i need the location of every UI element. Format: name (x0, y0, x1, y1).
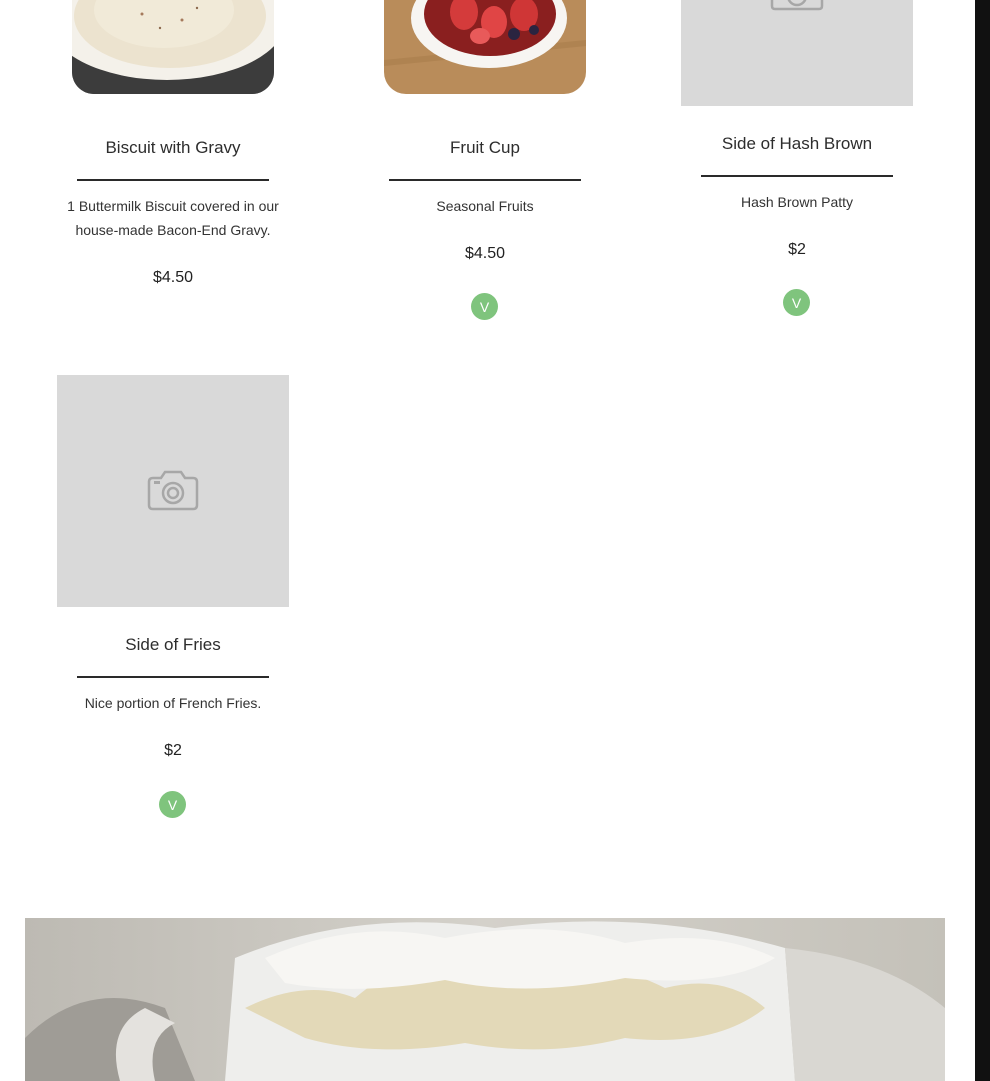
divider (77, 676, 269, 678)
scrollbar[interactable] (975, 0, 990, 1081)
item-title: Biscuit with Gravy (105, 138, 241, 157)
image-placeholder (57, 375, 289, 607)
item-price: $4.50 (464, 245, 506, 262)
camera-placeholder-icon (147, 470, 199, 511)
vegetarian-badge: V (471, 293, 498, 320)
item-title: Fruit Cup (450, 138, 520, 157)
fruit-cup-photo (384, 0, 586, 94)
vegetarian-badge: V (783, 289, 810, 316)
item-price: $2 (164, 742, 182, 759)
divider (389, 179, 581, 181)
biscuit-gravy-photo (72, 0, 274, 94)
camera-placeholder-icon (770, 0, 824, 11)
vegetarian-badge: V (159, 791, 186, 818)
whipped-cream-drink-photo (25, 918, 945, 1081)
divider (77, 179, 269, 181)
item-description: Nice portion of French Fries. (84, 695, 262, 711)
item-description: 1 Buttermilk Biscuit covered in our hous… (67, 198, 279, 238)
item-price: $4.50 (152, 269, 194, 286)
image-placeholder (681, 0, 913, 106)
item-title: Side of Fries (125, 635, 221, 654)
divider (701, 175, 893, 177)
item-price: $2 (788, 241, 806, 258)
item-description: Seasonal Fruits (436, 198, 534, 214)
item-title: Side of Hash Brown (721, 134, 873, 153)
item-description: Hash Brown Patty (740, 194, 854, 210)
